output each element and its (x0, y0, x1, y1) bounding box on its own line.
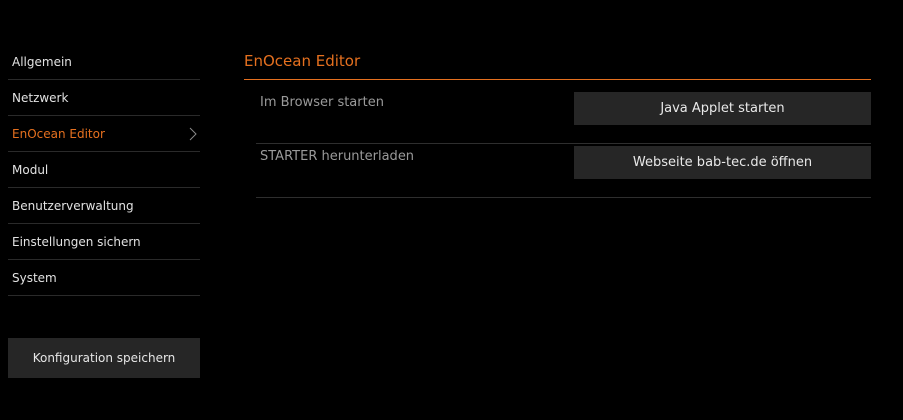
sidebar-item-label: System (12, 271, 57, 285)
app-window: Allgemein Netzwerk EnOcean Editor Modul … (0, 0, 903, 420)
settings-list: Im Browser starten Java Applet starten S… (256, 90, 871, 198)
sidebar-item-system[interactable]: System (8, 260, 200, 296)
sidebar-item-modul[interactable]: Modul (8, 152, 200, 188)
row-label: Im Browser starten (260, 95, 384, 110)
sidebar-item-label: Netzwerk (12, 91, 69, 105)
sidebar: Allgemein Netzwerk EnOcean Editor Modul … (8, 44, 200, 296)
main-content: EnOcean Editor Im Browser starten Java A… (244, 44, 871, 198)
sidebar-item-einstellungen-sichern[interactable]: Einstellungen sichern (8, 224, 200, 260)
sidebar-item-label: Einstellungen sichern (12, 235, 141, 249)
sidebar-item-allgemein[interactable]: Allgemein (8, 44, 200, 80)
sidebar-item-label: Benutzerverwaltung (12, 199, 134, 213)
sidebar-item-enocean-editor[interactable]: EnOcean Editor (8, 116, 200, 152)
save-configuration-button[interactable]: Konfiguration speichern (8, 338, 200, 378)
settings-row-starter-download: STARTER herunterladen Webseite bab-tec.d… (256, 144, 871, 198)
chevron-right-icon (186, 116, 200, 152)
settings-row-browser-start: Im Browser starten Java Applet starten (256, 90, 871, 144)
start-java-applet-button[interactable]: Java Applet starten (574, 92, 871, 125)
open-website-button[interactable]: Webseite bab-tec.de öffnen (574, 146, 871, 179)
sidebar-item-benutzerverwaltung[interactable]: Benutzerverwaltung (8, 188, 200, 224)
sidebar-item-label: Modul (12, 163, 49, 177)
row-label: STARTER herunterladen (260, 149, 415, 164)
sidebar-item-label: Allgemein (12, 55, 72, 69)
sidebar-item-netzwerk[interactable]: Netzwerk (8, 80, 200, 116)
page-title: EnOcean Editor (244, 44, 871, 80)
sidebar-item-label: EnOcean Editor (12, 127, 105, 141)
